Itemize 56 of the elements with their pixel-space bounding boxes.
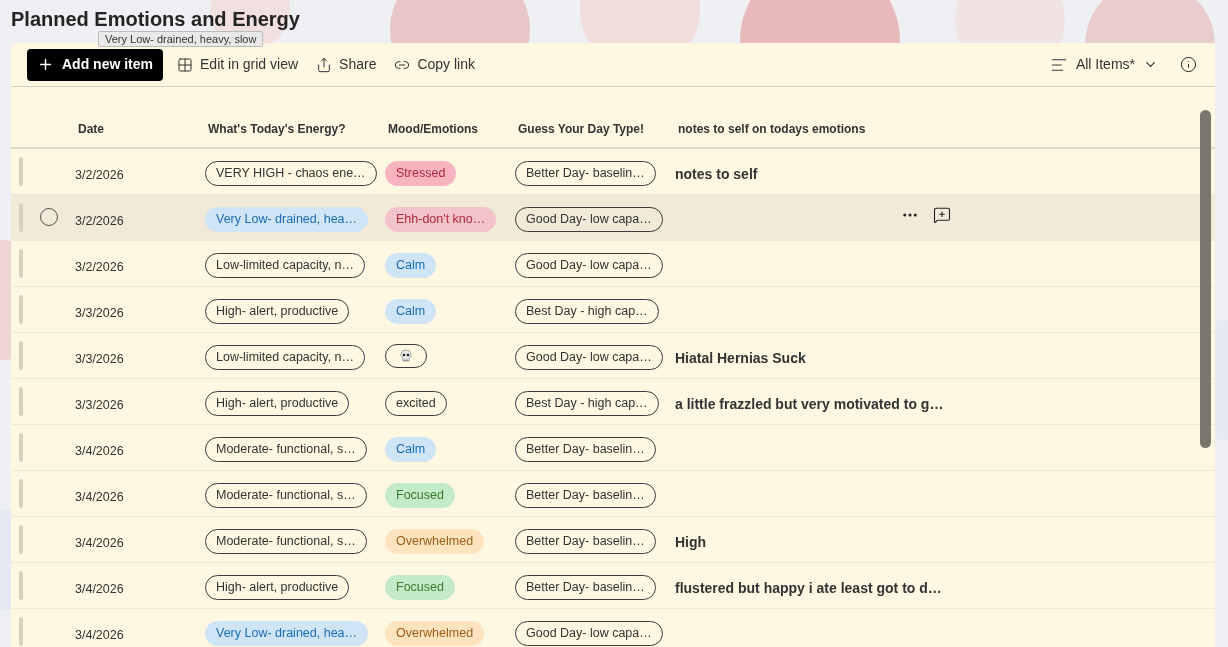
tag: Overwhelmed <box>385 529 485 554</box>
column-header[interactable]: Date <box>78 122 104 136</box>
drag-handle[interactable] <box>19 341 23 370</box>
date-cell: 3/2/2026 <box>75 260 124 274</box>
column-header[interactable]: Guess Your Day Type! <box>518 122 645 136</box>
drag-handle[interactable] <box>19 479 23 508</box>
skull-icon <box>399 349 413 363</box>
tag: Overwhelmed <box>385 621 485 646</box>
drag-handle[interactable] <box>19 433 23 462</box>
notes-cell: flustered but happy i ate least got to d… <box>675 580 942 596</box>
drag-handle[interactable] <box>19 157 23 186</box>
tag: Calm <box>385 299 437 324</box>
date-cell: 3/4/2026 <box>75 582 124 596</box>
column-header[interactable]: notes to self on todays emotions <box>678 122 866 136</box>
tag: Very Low- drained, hea… <box>205 621 369 646</box>
drag-handle[interactable] <box>19 525 23 554</box>
toolbar-button[interactable]: Share <box>316 54 377 75</box>
view-selector[interactable]: All Items* <box>1049 54 1158 75</box>
grid-icon <box>177 56 193 73</box>
date-cell: 3/3/2026 <box>75 398 124 412</box>
drag-handle[interactable] <box>19 617 23 646</box>
notes-cell: notes to self <box>675 166 758 182</box>
tag: Calm <box>385 437 437 462</box>
tag: Focused <box>385 483 455 508</box>
drag-handle[interactable] <box>19 571 23 600</box>
tag: Ehh-don't kno… <box>385 207 497 232</box>
drag-handle[interactable] <box>19 249 23 278</box>
add-item-button[interactable]: Add new item <box>27 48 163 81</box>
drag-handle[interactable] <box>19 387 23 416</box>
notes-cell: Hiatal Hernias Suck <box>675 350 806 366</box>
date-cell: 3/2/2026 <box>75 168 124 182</box>
tag: Very Low- drained, hea… <box>205 207 369 232</box>
notes-cell: a little frazzled but very motivated to g… <box>675 396 944 412</box>
share-icon <box>316 56 333 73</box>
date-cell: 3/3/2026 <box>75 306 124 320</box>
tag: Stressed <box>385 161 457 186</box>
add-comment-icon[interactable] <box>933 206 951 224</box>
plus-icon <box>37 56 54 73</box>
info-icon[interactable] <box>1180 56 1197 73</box>
date-cell: 3/4/2026 <box>75 536 124 550</box>
toolbar-button[interactable]: Edit in grid view <box>177 54 299 75</box>
date-cell: 3/4/2026 <box>75 490 124 504</box>
tag: Focused <box>385 575 455 600</box>
toolbar-button[interactable]: Copy link <box>394 54 475 75</box>
date-cell: 3/4/2026 <box>75 628 124 642</box>
date-cell: 3/2/2026 <box>75 214 124 228</box>
scrollbar[interactable] <box>1200 110 1211 448</box>
tag: Calm <box>385 253 437 278</box>
column-header[interactable]: What's Today's Energy? <box>208 122 346 136</box>
tooltip: Very Low- drained, heavy, slow <box>98 31 264 47</box>
date-cell: 3/3/2026 <box>75 352 124 366</box>
page-title: Planned Emotions and Energy <box>11 7 300 31</box>
date-cell: 3/4/2026 <box>75 444 124 458</box>
notes-cell: High <box>675 534 707 550</box>
column-header[interactable]: Mood/Emotions <box>388 122 478 136</box>
drag-handle[interactable] <box>19 295 23 324</box>
